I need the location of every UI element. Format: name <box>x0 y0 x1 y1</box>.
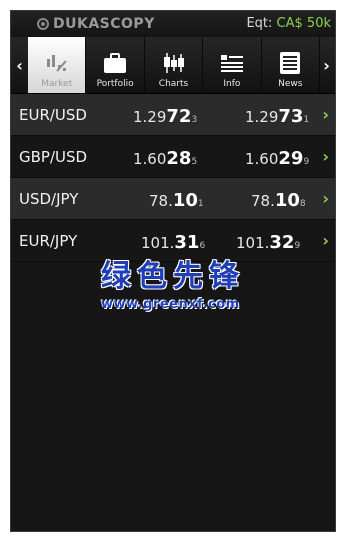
portfolio-icon <box>104 53 127 73</box>
ask-prefix: 1.29 <box>245 108 279 126</box>
ask-price[interactable]: 78.108 <box>251 190 306 211</box>
currency-pair: USD/JPY <box>19 190 79 208</box>
currency-pair: EUR/USD <box>19 106 87 124</box>
bid-prefix: 1.60 <box>133 150 167 168</box>
news-icon <box>280 52 301 74</box>
tab-portfolio[interactable]: Portfolio <box>86 37 145 93</box>
equity-readout: Eqt: CA$ 50k <box>246 16 331 31</box>
bid-pipette: 1 <box>197 199 204 209</box>
tab-market[interactable]: Market <box>28 37 87 93</box>
ask-big-figure: 73 <box>278 106 304 127</box>
ask-price[interactable]: 1.29731 <box>245 106 309 127</box>
chevron-right-icon[interactable]: › <box>322 105 329 124</box>
tab-news-label: News <box>278 79 303 89</box>
bid-prefix: 101. <box>141 234 175 252</box>
tab-market-label: Market <box>41 79 73 89</box>
bid-price[interactable]: 101.316 <box>141 232 205 253</box>
tab-news[interactable]: News <box>262 37 321 93</box>
bid-pipette: 6 <box>199 241 206 251</box>
bid-big-figure: 10 <box>172 190 198 211</box>
ask-big-figure: 10 <box>274 190 300 211</box>
quotes-list: EUR/USD 1.29723 1.29731 › GBP/USD 1.6028… <box>11 94 335 262</box>
tab-charts-label: Charts <box>158 79 189 89</box>
tab-strip: Market Portfolio Charts Info News <box>28 37 321 93</box>
chevron-right-icon[interactable]: › <box>322 231 329 250</box>
currency-pair: EUR/JPY <box>19 232 78 250</box>
ask-pipette: 8 <box>299 199 306 209</box>
tab-info[interactable]: Info <box>203 37 262 93</box>
ask-pipette: 9 <box>294 241 301 251</box>
charts-icon <box>163 53 184 73</box>
ask-prefix: 101. <box>236 234 270 252</box>
logo-text: DUKASCOPY <box>53 16 155 32</box>
chevron-right-icon[interactable]: › <box>322 147 329 166</box>
tab-portfolio-label: Portfolio <box>96 79 134 89</box>
watermark-url: www.greenxf.com <box>101 297 240 312</box>
bid-prefix: 1.29 <box>133 108 167 126</box>
ask-big-figure: 32 <box>269 232 295 253</box>
equity-value: CA$ 50k <box>276 16 331 31</box>
ask-prefix: 1.60 <box>245 150 279 168</box>
quote-row[interactable]: EUR/USD 1.29723 1.29731 › <box>11 94 335 136</box>
quote-row[interactable]: USD/JPY 78.101 78.108 › <box>11 178 335 220</box>
bid-price[interactable]: 1.60285 <box>133 148 197 169</box>
nav-left-arrow-icon[interactable]: ‹ <box>11 37 28 93</box>
chevron-right-icon[interactable]: › <box>322 189 329 208</box>
bid-price[interactable]: 1.29723 <box>133 106 197 127</box>
ask-pipette: 1 <box>303 115 310 125</box>
bid-big-figure: 28 <box>166 148 192 169</box>
nav-bar: ‹ Market Portfolio Charts Info News › <box>11 37 335 94</box>
quote-row[interactable]: GBP/USD 1.60285 1.60299 › <box>11 136 335 178</box>
ask-big-figure: 29 <box>278 148 304 169</box>
logo-icon <box>37 18 49 30</box>
bid-prefix: 78. <box>149 192 173 210</box>
nav-right-arrow-icon[interactable]: › <box>318 37 335 93</box>
app-window: DUKASCOPY Eqt: CA$ 50k ‹ Market Portfoli… <box>10 10 336 532</box>
ask-price[interactable]: 1.60299 <box>245 148 309 169</box>
bid-pipette: 3 <box>191 115 198 125</box>
ask-price[interactable]: 101.329 <box>236 232 300 253</box>
equity-label: Eqt: <box>246 16 273 31</box>
bid-pipette: 5 <box>191 157 198 167</box>
bid-big-figure: 31 <box>174 232 200 253</box>
status-bar: DUKASCOPY Eqt: CA$ 50k <box>11 11 335 38</box>
ask-pipette: 9 <box>303 157 310 167</box>
info-icon <box>220 55 243 72</box>
currency-pair: GBP/USD <box>19 148 88 166</box>
market-icon <box>46 55 67 72</box>
tab-charts[interactable]: Charts <box>145 37 204 93</box>
ask-prefix: 78. <box>251 192 275 210</box>
bid-big-figure: 72 <box>166 106 192 127</box>
brand-logo: DUKASCOPY <box>37 16 155 32</box>
bid-price[interactable]: 78.101 <box>149 190 204 211</box>
watermark-title: 绿色先锋 <box>101 259 245 294</box>
tab-info-label: Info <box>223 79 241 89</box>
watermark: 绿色先锋 www.greenxf.com <box>101 251 276 312</box>
